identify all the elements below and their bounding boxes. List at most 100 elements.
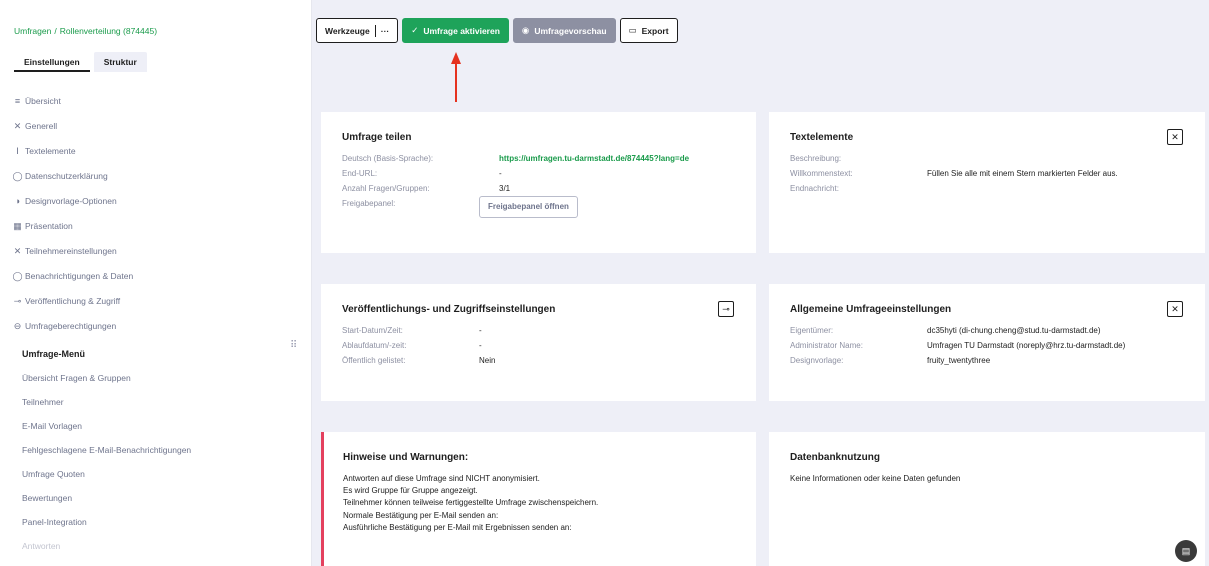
submenu-item-participants[interactable]: Teilnehmer xyxy=(22,392,302,416)
sidebar-item-benachrichtigungen[interactable]: ◯ Benachrichtigungen & Daten xyxy=(12,267,302,292)
edit-tools-icon[interactable]: ✕ xyxy=(1167,129,1183,145)
eye-icon: ◉ xyxy=(521,25,530,35)
sidebar-item-label: Veröffentlichung & Zugriff xyxy=(25,296,121,306)
tab-struktur[interactable]: Struktur xyxy=(93,52,147,72)
sidebar-item-label: Generell xyxy=(25,121,58,131)
sidebar-item-label: Textelemente xyxy=(25,146,76,156)
kv-key: Eigentümer: xyxy=(790,326,834,335)
submenu-item-failed-emails[interactable]: Fehlgeschlagene E-Mail-Benachrichtigunge… xyxy=(22,440,302,464)
sidebar-item-datenschutz[interactable]: ◯ Datenschutzerklärung xyxy=(12,167,302,192)
sidebar-item-veroeffentlichung[interactable]: ⊸ Veröffentlichung & Zugriff xyxy=(12,292,302,317)
kv-key: Beschreibung: xyxy=(790,154,842,163)
database-title: Datenbanknutzung xyxy=(790,452,880,463)
submenu-item-assessments[interactable]: Bewertungen xyxy=(22,488,302,512)
text-icon: Ⅰ xyxy=(16,146,19,156)
text-elements-card: Textelemente ✕ Beschreibung: Willkommens… xyxy=(769,112,1205,253)
submenu-item-quotas[interactable]: Umfrage Quoten xyxy=(22,464,302,488)
kv-key: Deutsch (Basis-Sprache): xyxy=(342,154,434,163)
kv-key: Start-Datum/Zeit: xyxy=(342,326,403,335)
sidebar-item-designvorlage[interactable]: ◑ Designvorlage-Optionen xyxy=(12,192,302,217)
tab-einstellungen[interactable]: Einstellungen xyxy=(14,52,90,72)
open-share-panel-button[interactable]: Freigabepanel öffnen xyxy=(479,196,578,218)
sidebar-item-berechtigungen[interactable]: ⊖ Umfrageberechtigungen xyxy=(12,317,302,342)
sidebar-item-label: Benachrichtigungen & Daten xyxy=(25,271,134,281)
submenu-item-responses: Antworten xyxy=(22,541,61,551)
sidebar-item-label: Teilnehmereinstellungen xyxy=(25,246,117,256)
settings-menu: ≡ Übersicht ✕ Generell Ⅰ Textelemente ◯ Date… xyxy=(12,92,302,342)
kv-key: Ablaufdatum/-zeit: xyxy=(342,341,407,350)
breadcrumb-root[interactable]: Umfragen xyxy=(14,26,51,36)
breadcrumb: Umfragen / Rollenverteilung (874445) xyxy=(14,26,157,36)
kv-value: dc35hyti (di-chung.cheng@stud.tu-darmsta… xyxy=(927,326,1101,335)
publish-access-card: Veröffentlichungs- und Zugriffseinstellu… xyxy=(321,284,756,401)
toolbar: Werkzeuge ··· ✓ Umfrage aktivieren ◉ Umf… xyxy=(316,18,678,43)
general-settings-card: Allgemeine Umfrageeinstellungen ✕ Eigent… xyxy=(769,284,1205,401)
sidebar-item-label: Präsentation xyxy=(25,221,73,231)
kv-value: - xyxy=(499,169,502,178)
sidebar-item-label: Datenschutzerklärung xyxy=(25,171,108,181)
kv-key: Willkommenstext: xyxy=(790,169,853,178)
submenu-item-panel-integration[interactable]: Panel-Integration xyxy=(22,512,302,536)
kv-key: Endnachricht: xyxy=(790,184,839,193)
export-label: Export xyxy=(641,25,669,36)
breadcrumb-current[interactable]: Rollenverteilung (874445) xyxy=(60,26,157,36)
breadcrumb-separator: / xyxy=(54,26,57,36)
sidebar-item-generell[interactable]: ✕ Generell xyxy=(12,117,302,142)
sidebar-item-label: Designvorlage-Optionen xyxy=(25,196,117,206)
tools-button[interactable]: Werkzeuge ··· xyxy=(316,18,399,43)
kv-key: Designvorlage: xyxy=(790,356,844,365)
kv-key: Anzahl Fragen/Gruppen: xyxy=(342,184,430,193)
sidebar-item-praesentation[interactable]: ▦ Präsentation xyxy=(12,217,302,242)
preview-survey-label: Umfragevorschau xyxy=(534,25,607,36)
warning-line: Es wird Gruppe für Gruppe angezeigt. xyxy=(343,486,478,496)
kv-value: - xyxy=(479,341,482,350)
publish-card-title: Veröffentlichungs- und Zugriffseinstellu… xyxy=(342,304,556,315)
submenu-item-email-templates[interactable]: E-Mail Vorlagen xyxy=(22,416,302,440)
warning-line: Teilnehmer können teilweise fertiggestel… xyxy=(343,498,599,508)
share-survey-card: Umfrage teilen Deutsch (Basis-Sprache): … xyxy=(321,112,756,253)
edit-tools-icon[interactable]: ✕ xyxy=(1167,301,1183,317)
presentation-icon: ▦ xyxy=(13,221,22,231)
participants-icon: ✕ xyxy=(13,246,22,256)
kv-value: - xyxy=(479,326,482,335)
preview-survey-button[interactable]: ◉ Umfragevorschau xyxy=(512,18,616,43)
warning-line: Ausführliche Bestätigung per E-Mail mit … xyxy=(343,522,572,532)
sidebar-item-label: Umfrageberechtigungen xyxy=(25,321,117,331)
survey-menu: Umfrage-Menü Übersicht Fragen & Gruppen … xyxy=(22,344,302,560)
warning-indicator xyxy=(321,432,324,566)
warning-line: Normale Bestätigung per E-Mail senden an… xyxy=(343,510,499,520)
activate-survey-label: Umfrage aktivieren xyxy=(423,25,500,36)
bell-icon: ◯ xyxy=(12,271,23,281)
kv-key: Administrator Name: xyxy=(790,341,863,350)
list-icon: ≡ xyxy=(14,96,21,106)
key-icon[interactable]: ⊸ xyxy=(718,301,734,317)
kv-key: Öffentlich gelistet: xyxy=(342,356,406,365)
kv-key: End-URL: xyxy=(342,169,378,178)
survey-url-link[interactable]: https://umfragen.tu-darmstadt.de/874445?… xyxy=(499,153,689,165)
kv-value: 3/1 xyxy=(499,184,511,193)
database-usage-card: Datenbanknutzung Keine Informationen ode… xyxy=(769,432,1205,566)
chat-icon[interactable]: ▤ xyxy=(1175,540,1197,562)
divider xyxy=(374,24,376,37)
contrast-icon: ◑ xyxy=(14,196,21,206)
export-button[interactable]: ▭ Export xyxy=(619,18,678,43)
folder-icon: ▭ xyxy=(628,25,637,35)
sidebar-item-label: Übersicht xyxy=(25,96,61,106)
kv-key: Freigabepanel: xyxy=(342,199,396,208)
kv-value: Füllen Sie alle mit einem Stern markiert… xyxy=(927,169,1118,178)
share-card-title: Umfrage teilen xyxy=(342,132,412,143)
tools-icon: ✕ xyxy=(13,121,22,131)
sidebar-item-teilnehmer[interactable]: ✕ Teilnehmereinstellungen xyxy=(12,242,302,267)
activate-survey-button[interactable]: ✓ Umfrage aktivieren xyxy=(402,18,509,43)
sidebar: Umfragen / Rollenverteilung (874445) Einst… xyxy=(0,0,312,566)
warning-line: Antworten auf diese Umfrage sind NICHT a… xyxy=(343,474,540,483)
kv-value: Nein xyxy=(479,356,496,365)
warnings-title: Hinweise und Warnungen: xyxy=(343,452,469,463)
sidebar-item-textelemente[interactable]: Ⅰ Textelemente xyxy=(12,142,302,167)
survey-menu-title: Umfrage-Menü xyxy=(22,349,86,359)
sidebar-item-uebersicht[interactable]: ≡ Übersicht xyxy=(12,92,302,117)
submenu-item-questions[interactable]: Übersicht Fragen & Gruppen xyxy=(22,368,302,392)
kv-value: Umfragen TU Darmstadt (noreply@hrz.tu-da… xyxy=(927,341,1126,350)
tools-button-label: Werkzeuge xyxy=(325,25,370,36)
sidebar-tabs: Einstellungen Struktur xyxy=(14,52,151,72)
